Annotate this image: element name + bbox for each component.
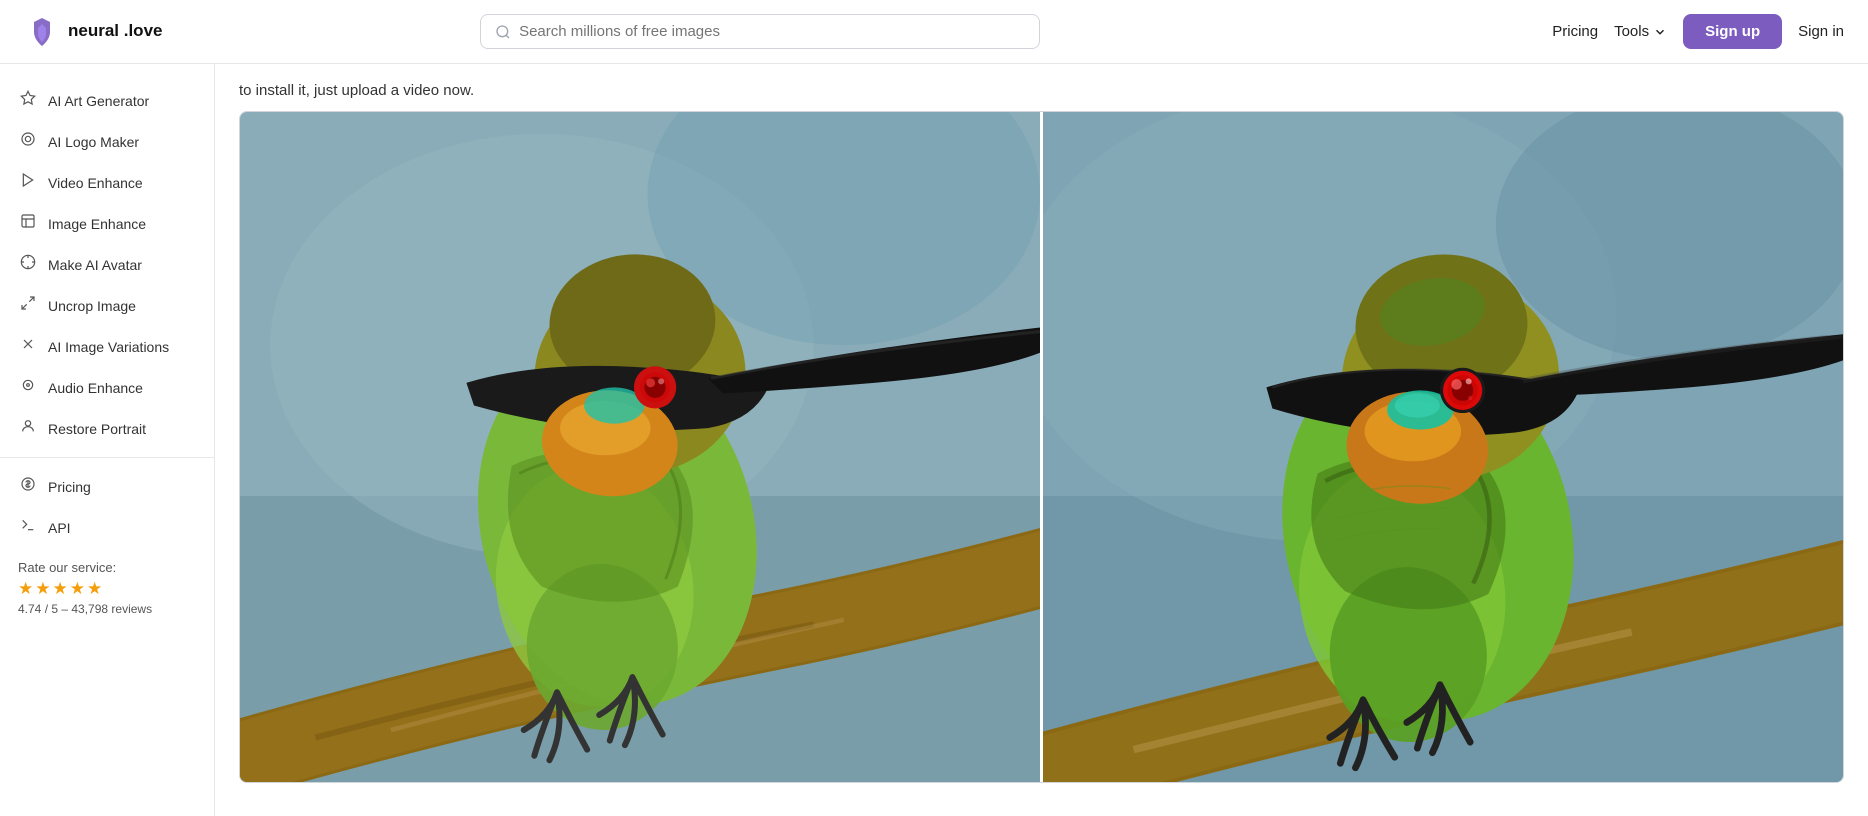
header-pricing-link[interactable]: Pricing xyxy=(1552,23,1598,40)
sidebar-label-ai-logo-maker: AI Logo Maker xyxy=(48,134,139,150)
sidebar-label-pricing: Pricing xyxy=(48,479,91,495)
star-4: ★ xyxy=(70,579,85,599)
logo-text: neural .love xyxy=(68,22,162,41)
logo-icon xyxy=(24,14,60,50)
logo[interactable]: neural .love xyxy=(24,14,224,50)
uncrop-icon xyxy=(18,295,38,316)
sidebar-item-api[interactable]: API xyxy=(0,507,214,548)
chevron-down-icon xyxy=(1653,25,1667,39)
signin-button[interactable]: Sign in xyxy=(1798,23,1844,40)
sidebar-item-video-enhance[interactable]: Video Enhance xyxy=(0,162,214,203)
sidebar-label-ai-art-generator: AI Art Generator xyxy=(48,93,149,109)
header-right: Pricing Tools Sign up Sign in xyxy=(1552,14,1844,49)
main-content: to install it, just upload a video now. xyxy=(215,64,1868,816)
ai-image-variations-icon xyxy=(18,336,38,357)
sidebar-label-ai-image-variations: AI Image Variations xyxy=(48,339,169,355)
star-5: ★ xyxy=(87,579,102,599)
search-input[interactable] xyxy=(519,23,1025,40)
sidebar-item-ai-logo-maker[interactable]: AI Logo Maker xyxy=(0,121,214,162)
audio-enhance-icon xyxy=(18,377,38,398)
rating-text: 4.74 / 5 – 43,798 reviews xyxy=(18,602,196,616)
sidebar-item-ai-art-generator[interactable]: AI Art Generator xyxy=(0,80,214,121)
sidebar-item-image-enhance[interactable]: Image Enhance xyxy=(0,203,214,244)
sidebar-label-image-enhance: Image Enhance xyxy=(48,216,146,232)
sidebar-label-video-enhance: Video Enhance xyxy=(48,175,143,191)
pricing-icon xyxy=(18,476,38,497)
rating-label: Rate our service: xyxy=(18,560,196,575)
top-text: to install it, just upload a video now. xyxy=(215,64,1868,111)
bird-image-right xyxy=(1043,112,1843,782)
header: neural .love Pricing Tools Sign up Sign … xyxy=(0,0,1868,64)
star-2: ★ xyxy=(35,579,50,599)
sidebar-label-restore-portrait: Restore Portrait xyxy=(48,421,146,437)
rating-section: Rate our service: ★ ★ ★ ★ ★ 4.74 / 5 – 4… xyxy=(0,548,214,624)
image-panel-right xyxy=(1040,112,1843,782)
signup-button[interactable]: Sign up xyxy=(1683,14,1782,49)
image-panel-left xyxy=(240,112,1040,782)
sidebar-label-make-ai-avatar: Make AI Avatar xyxy=(48,257,142,273)
restore-portrait-icon xyxy=(18,418,38,439)
make-ai-avatar-icon xyxy=(18,254,38,275)
sidebar-label-api: API xyxy=(48,520,71,536)
sidebar-item-restore-portrait[interactable]: Restore Portrait xyxy=(0,408,214,449)
layout: AI Art Generator AI Logo Maker Video Enh… xyxy=(0,64,1868,816)
sidebar-label-uncrop-image: Uncrop Image xyxy=(48,298,136,314)
search-bar[interactable] xyxy=(480,14,1040,49)
star-1: ★ xyxy=(18,579,33,599)
sidebar-item-uncrop-image[interactable]: Uncrop Image xyxy=(0,285,214,326)
sidebar: AI Art Generator AI Logo Maker Video Enh… xyxy=(0,64,215,816)
header-tools-menu[interactable]: Tools xyxy=(1614,23,1667,40)
sidebar-item-make-ai-avatar[interactable]: Make AI Avatar xyxy=(0,244,214,285)
video-enhance-icon xyxy=(18,172,38,193)
api-icon xyxy=(18,517,38,538)
image-enhance-icon xyxy=(18,213,38,234)
sidebar-divider xyxy=(0,457,214,458)
search-icon xyxy=(495,24,511,40)
ai-logo-icon xyxy=(18,131,38,152)
sidebar-item-ai-image-variations[interactable]: AI Image Variations xyxy=(0,326,214,367)
stars: ★ ★ ★ ★ ★ xyxy=(18,579,196,599)
star-3: ★ xyxy=(53,579,68,599)
ai-art-icon xyxy=(18,90,38,111)
sidebar-item-audio-enhance[interactable]: Audio Enhance xyxy=(0,367,214,408)
bird-image-left xyxy=(240,112,1040,782)
sidebar-label-audio-enhance: Audio Enhance xyxy=(48,380,143,396)
sidebar-item-pricing[interactable]: Pricing xyxy=(0,466,214,507)
image-comparison xyxy=(239,111,1844,783)
